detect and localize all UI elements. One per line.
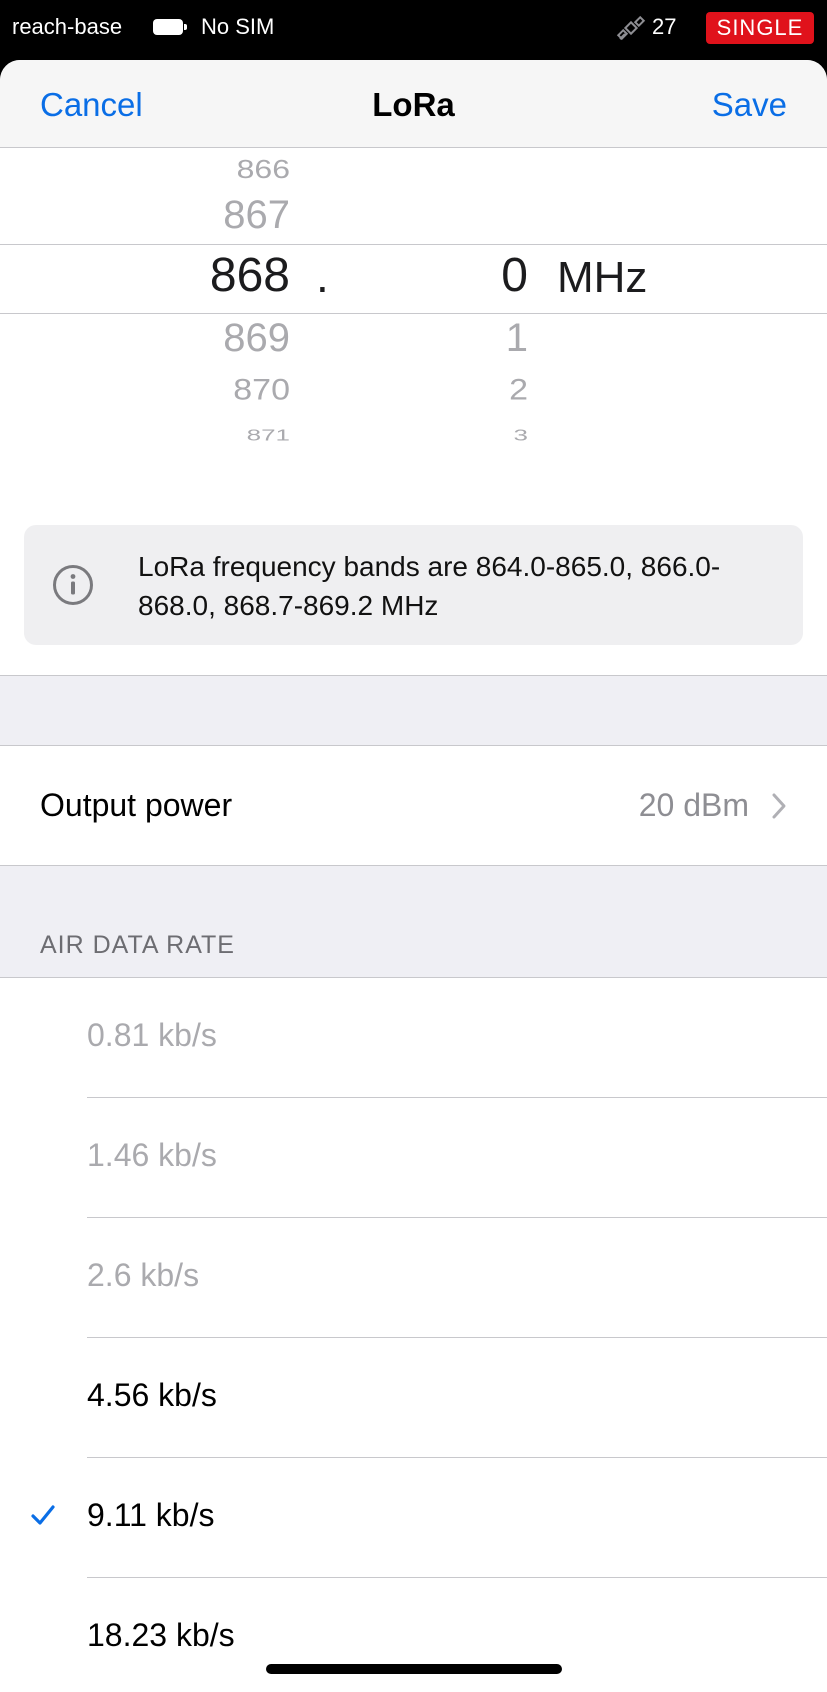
device-name: reach-base: [12, 14, 123, 39]
battery-icon: [153, 19, 187, 35]
air-data-rate-list: 0.81 kb/s 1.46 kb/s 2.6 kb/s 4.56 kb/s 9…: [0, 978, 827, 1692]
air-data-rate-option[interactable]: 18.23 kb/s: [0, 1578, 827, 1692]
output-power-value: 20 dBm: [638, 787, 749, 823]
frequency-picker[interactable]: 866 867 868 869 870 871 . 0 1 2 3 MHz: [0, 149, 827, 451]
section-header-label: AIR DATA RATE: [40, 931, 235, 959]
info-icon: [53, 565, 93, 605]
picker-dec-selected[interactable]: 0: [0, 248, 528, 303]
save-button[interactable]: Save: [712, 86, 787, 124]
navigation-bar: Cancel LoRa Save: [0, 60, 827, 148]
output-power-row[interactable]: Output power 20 dBm: [0, 746, 827, 865]
home-indicator[interactable]: [266, 1664, 562, 1674]
info-text: LoRa frequency bands are 864.0-865.0, 86…: [138, 551, 721, 621]
status-bar: reach-base No SIM 27 SINGLE: [0, 0, 827, 60]
page-title: LoRa: [372, 86, 455, 123]
air-data-rate-section-header: AIR DATA RATE: [0, 865, 827, 978]
picker-dec-option[interactable]: 2: [0, 373, 528, 407]
air-data-rate-option-selected[interactable]: 9.11 kb/s: [0, 1458, 827, 1578]
air-data-rate-option: 2.6 kb/s: [0, 1218, 827, 1338]
option-label: 1.46 kb/s: [87, 1137, 217, 1173]
solution-status-badge[interactable]: SINGLE: [706, 12, 814, 44]
frequency-bands-info: LoRa frequency bands are 864.0-865.0, 86…: [24, 525, 803, 645]
picker-int-option[interactable]: 866: [0, 154, 290, 184]
frequency-unit: MHz: [557, 253, 648, 302]
option-label: 9.11 kb/s: [87, 1497, 215, 1533]
lora-settings-sheet: Cancel LoRa Save 866 867 868 869 870 871…: [0, 60, 827, 1692]
air-data-rate-option[interactable]: 4.56 kb/s: [0, 1338, 827, 1458]
checkmark-icon: [31, 1505, 55, 1525]
option-label: 0.81 kb/s: [87, 1017, 217, 1053]
satellite-count: 27: [652, 14, 677, 39]
satellite-icon: [616, 15, 646, 41]
sim-status: No SIM: [201, 14, 275, 39]
option-label: 18.23 kb/s: [87, 1617, 235, 1653]
picker-dec-option[interactable]: 3: [0, 426, 528, 445]
picker-dec-option[interactable]: 1: [0, 316, 528, 361]
output-power-label: Output power: [40, 787, 233, 823]
air-data-rate-option: 1.46 kb/s: [0, 1098, 827, 1218]
picker-int-option[interactable]: 867: [0, 193, 290, 238]
chevron-right-icon: [772, 793, 786, 819]
section-gap: [0, 675, 827, 746]
option-label: 4.56 kb/s: [87, 1377, 217, 1413]
air-data-rate-option: 0.81 kb/s: [0, 978, 827, 1098]
option-label: 2.6 kb/s: [87, 1257, 200, 1293]
